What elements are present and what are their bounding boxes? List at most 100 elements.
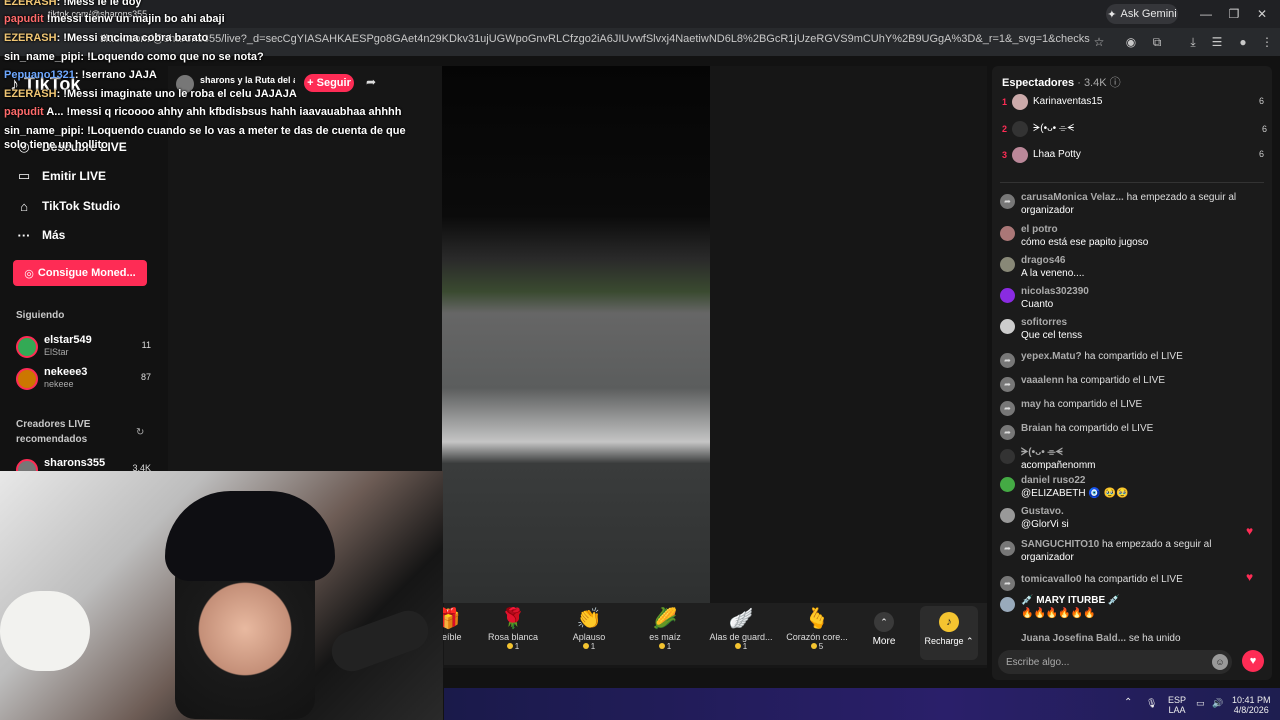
chat-input[interactable] (1006, 654, 1196, 670)
bookmark-star-icon[interactable]: ☆ (1090, 33, 1108, 51)
live-video[interactable] (442, 66, 710, 603)
coin-icon: ♪ (939, 612, 959, 632)
recommended-item-sharons355[interactable]: sharons355 3.4K (16, 457, 151, 471)
webcam-hair (165, 491, 335, 581)
kebab-menu-icon[interactable]: ⋮ (1258, 33, 1276, 51)
avatar (16, 368, 38, 390)
more-gifts-button[interactable]: ⌃ More (866, 612, 902, 656)
avatar (1012, 121, 1028, 137)
gemini-icon: ✦ (1107, 8, 1117, 21)
clock[interactable]: 10:41 PM 4/8/2026 (1232, 695, 1271, 715)
following-title: Siguiendo (16, 310, 65, 321)
coin-icon (810, 643, 817, 649)
chat-message: ➦ may ha compartido el LIVE (1000, 399, 1262, 416)
heart-icon: ♥ (1249, 655, 1257, 667)
coin-icon (582, 643, 589, 649)
gift-item[interactable]: 🌽 es maíz 1 (630, 606, 700, 662)
volume-icon[interactable]: 🔊 (1212, 698, 1223, 708)
menu-icon[interactable]: ☰ (1208, 33, 1226, 51)
chat-message: Juana Josefina Bald... se ha unido (1021, 633, 1181, 644)
minimize-icon[interactable]: — (1196, 4, 1216, 24)
overlay-chat-line: papudit A... !messi q ricoooo ahhy ahh k… (4, 106, 402, 118)
coin-icon (506, 643, 513, 649)
profile-avatar-icon[interactable]: ● (1234, 33, 1252, 51)
microphone-icon[interactable]: 🎙 (1146, 698, 1157, 708)
info-icon[interactable]: ⓘ (1110, 77, 1121, 89)
top-viewer-row[interactable]: 2 ᗒ(•ᴗ• ⌯ᗕ (1002, 120, 1264, 142)
following-item-nekeee3[interactable]: nekeee3 nekeee 87 (16, 366, 151, 394)
following-item-elstar549[interactable]: elstar549 ElStar 11 (16, 334, 151, 362)
gift-item[interactable]: 🫰 Corazón core... 5 (782, 606, 852, 662)
share-icon: ➦ (1000, 194, 1015, 209)
avatar (16, 459, 38, 471)
chevron-up-icon: ⌃ (966, 636, 974, 646)
webcam-microphone (326, 605, 434, 677)
chat-message: ➦ Braian ha compartido el LIVE (1000, 423, 1262, 440)
avatar (1000, 449, 1015, 464)
overlay-chat-line: solo tiene un hollito (4, 139, 108, 151)
gift-item[interactable]: 👏 Aplauso 1 (554, 606, 624, 662)
top-viewer-score: 6 (1262, 124, 1268, 134)
more-icon: ··· (17, 227, 31, 243)
divider (1000, 182, 1264, 183)
download-icon[interactable]: ⤓ (1184, 33, 1202, 51)
tray-chevron-icon[interactable]: ⌃ (1124, 698, 1132, 708)
gift-heart-button[interactable]: ♥ (1242, 650, 1264, 672)
extension-icon[interactable]: ◉ (1122, 33, 1140, 51)
follow-button[interactable]: + Seguir (304, 74, 354, 92)
avatar (16, 336, 38, 358)
coin-icon (658, 643, 665, 649)
share-icon: ➦ (1000, 401, 1015, 416)
close-icon[interactable]: ✕ (1252, 4, 1272, 24)
share-icon: ➦ (1000, 541, 1015, 556)
language-indicator[interactable]: ESP LAA (1168, 695, 1186, 715)
ask-gemini-button[interactable]: ✦ Ask Gemini (1106, 4, 1178, 24)
recharge-button[interactable]: ♪ Recharge ⌃ (920, 606, 978, 660)
sidebar-item-mas[interactable]: ··· Más (16, 224, 166, 246)
url-field[interactable]: tiktok.com/@sharons355/live?_d=secCgYIAS… (100, 33, 1090, 51)
share-icon: ➦ (1000, 425, 1015, 440)
overlay-chat-line: sin_name_pipi: !Loquendo como que no se … (4, 51, 264, 63)
share-icon[interactable]: ➦ (366, 75, 376, 89)
avatar (1000, 597, 1015, 612)
share-icon: ➦ (1000, 377, 1015, 392)
home-icon: ⌂ (20, 198, 28, 214)
maximize-icon[interactable]: ❐ (1224, 4, 1244, 24)
avatar (1000, 257, 1015, 272)
chat-message: ➦ vaaalenn ha compartido el LIVE (1000, 375, 1262, 392)
webcam-feed (0, 471, 443, 720)
avatar (1000, 288, 1015, 303)
overlay-chat-line: papudit !messi tienw un majin bo ahi aba… (4, 13, 225, 25)
top-viewer-row[interactable]: 1 Karinaventas15 6 (1002, 93, 1264, 115)
host-name[interactable]: sharons y la Ruta del a... (200, 75, 295, 85)
sidebar-item-emitir-live[interactable]: ▭ Emitir LIVE (16, 165, 166, 187)
overlay-chat-line: EZERASH: !Mess le le doy (4, 0, 142, 8)
gift-item[interactable]: 🌹 Rosa blanca 1 (478, 606, 548, 662)
coin-icon: ◎ (24, 267, 34, 280)
overlay-chat-line: EZERASH: !Messi encima cobra barato (4, 32, 209, 44)
camera-icon: ▭ (17, 168, 31, 183)
top-viewer-row[interactable]: 3 Lhaa Potty 6 (1002, 146, 1264, 168)
refresh-icon[interactable]: ↻ (136, 427, 144, 438)
avatar (1000, 508, 1015, 523)
avatar (1000, 226, 1015, 241)
puzzle-icon[interactable]: ⧉ (1148, 33, 1166, 51)
heart-icon: ♥ (1246, 570, 1254, 584)
network-icon[interactable]: ▭ (1196, 698, 1205, 708)
get-coins-button[interactable]: ◎ Consigue Moned... (13, 260, 147, 286)
share-icon: ➦ (1000, 353, 1015, 368)
chat-message: ➦ tomicavallo0 ha compartido el LIVE (1000, 574, 1262, 591)
avatar (1012, 94, 1028, 110)
avatar (1012, 147, 1028, 163)
panel-header: Espectadores · 3.4K ⓘ (1002, 77, 1121, 89)
avatar (1000, 477, 1015, 492)
recommended-title: Creadores LIVE recomendados (16, 419, 91, 445)
webcam-dog (0, 591, 90, 671)
emoji-icon[interactable]: ☺ (1212, 654, 1228, 670)
coin-icon (734, 643, 741, 649)
gift-item[interactable]: 🪽 Alas de guard... 1 (706, 606, 776, 662)
overlay-chat-line: sin_name_pipi: !Loquendo cuando se lo va… (4, 125, 406, 137)
avatar (1000, 319, 1015, 334)
share-icon: ➦ (1000, 576, 1015, 591)
sidebar-item-tiktok-studio[interactable]: ⌂ TikTok Studio (16, 195, 166, 217)
